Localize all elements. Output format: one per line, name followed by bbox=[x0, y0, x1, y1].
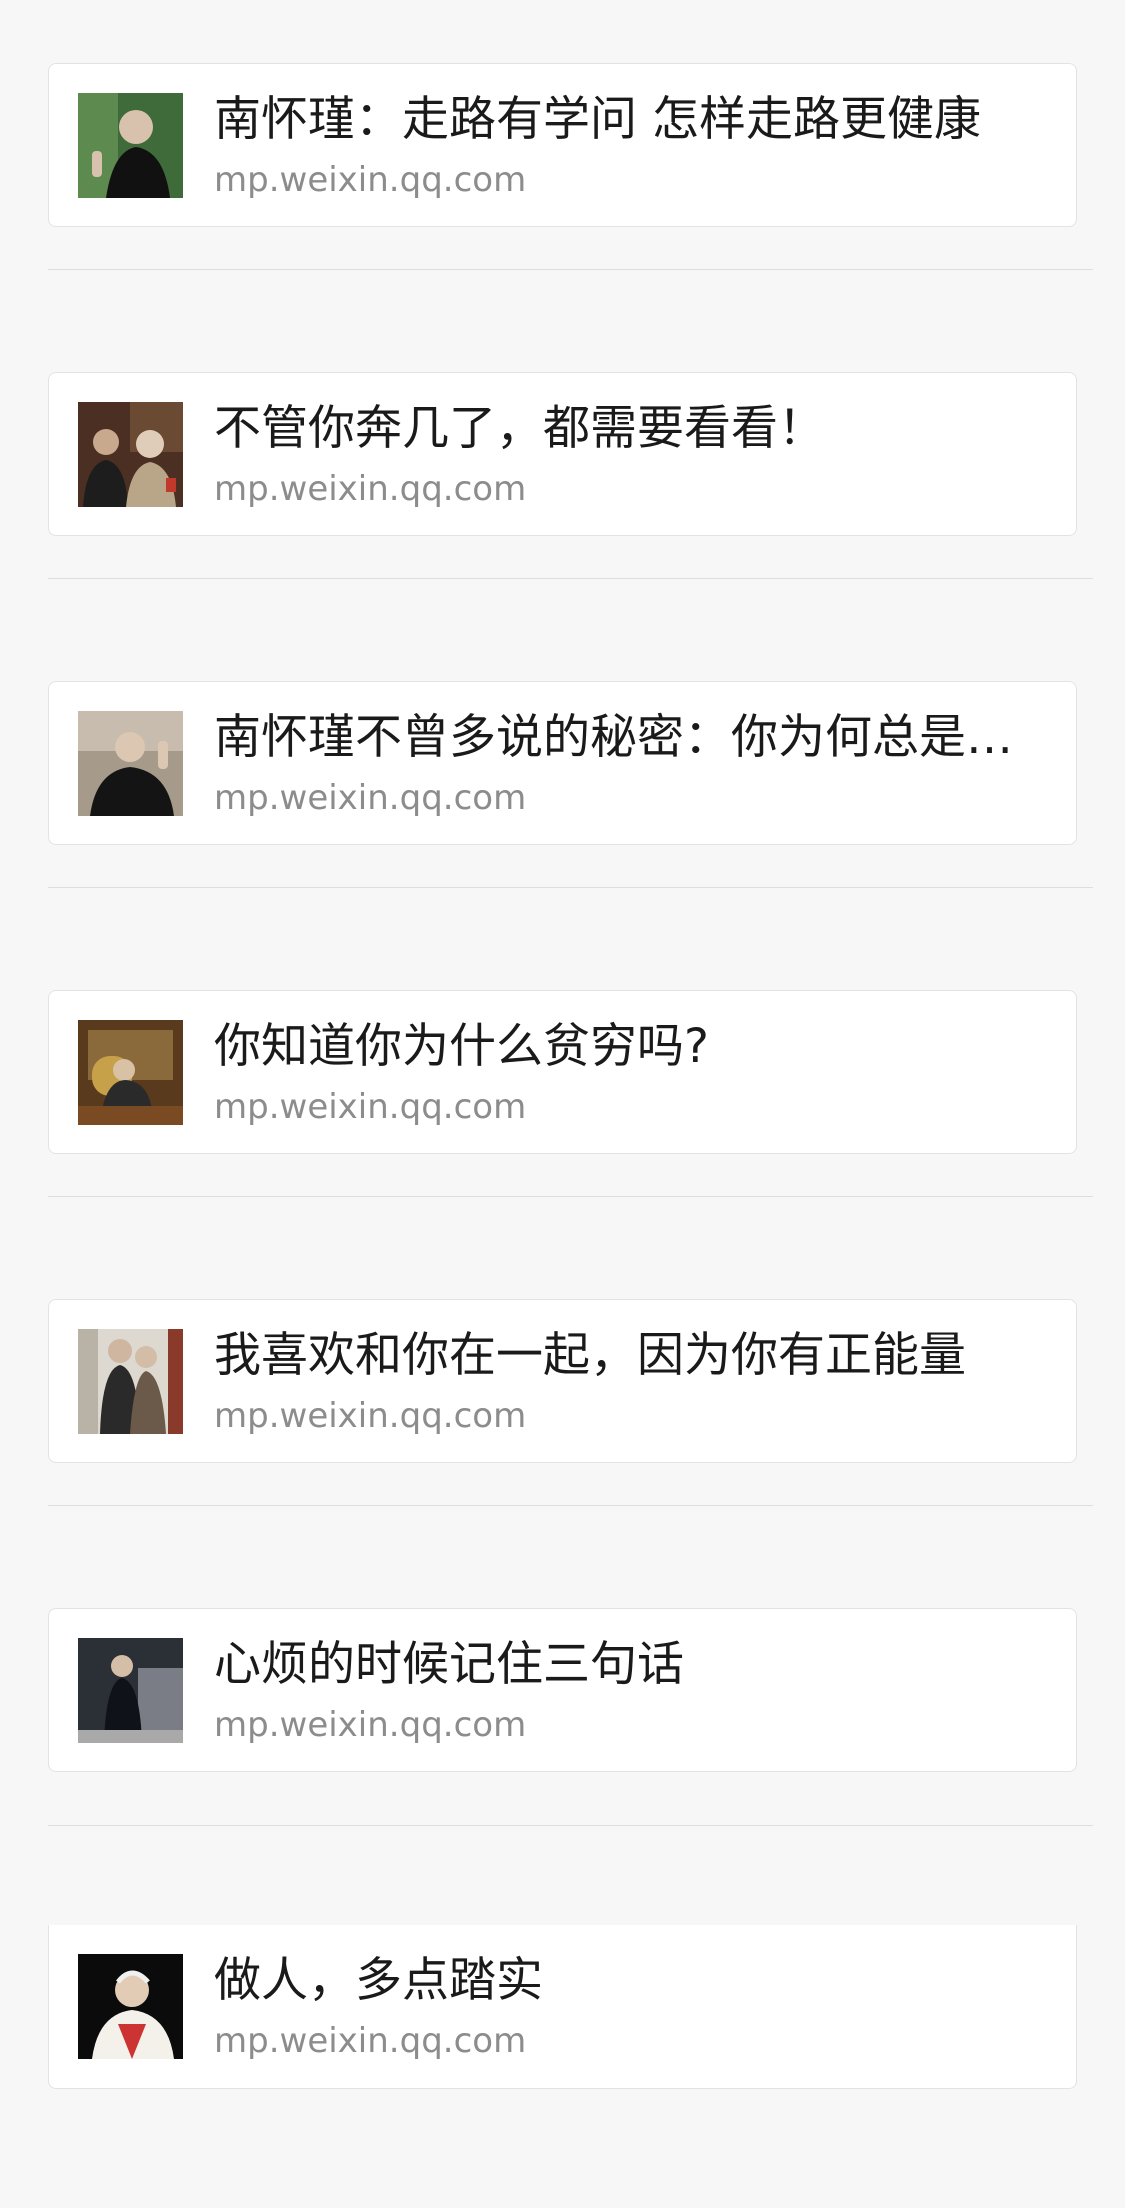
article-title: 不管你奔几了，都需要看看！ bbox=[214, 401, 825, 456]
article-card[interactable]: 南怀瑾不曾多说的秘密：你为何总是…… mp.weixin.qq.com bbox=[48, 681, 1077, 845]
article-source: mp.weixin.qq.com bbox=[214, 1396, 527, 1436]
article-card[interactable]: 不管你奔几了，都需要看看！ mp.weixin.qq.com bbox=[48, 372, 1077, 536]
article-title: 南怀瑾不曾多说的秘密：你为何总是…… bbox=[214, 710, 1046, 765]
article-card[interactable]: 做人，多点踏实 mp.weixin.qq.com bbox=[48, 1925, 1077, 2089]
man-standing-photo-icon bbox=[78, 1638, 183, 1743]
divider bbox=[48, 1505, 1093, 1506]
article-source: mp.weixin.qq.com bbox=[214, 469, 527, 509]
article-card[interactable]: 心烦的时候记住三句话 mp.weixin.qq.com bbox=[48, 1608, 1077, 1772]
divider bbox=[48, 269, 1093, 270]
article-card[interactable]: 你知道你为什么贫穷吗? mp.weixin.qq.com bbox=[48, 990, 1077, 1154]
two-men-photo-icon bbox=[78, 402, 183, 507]
article-title: 我喜欢和你在一起，因为你有正能量 bbox=[214, 1328, 966, 1383]
article-source: mp.weixin.qq.com bbox=[214, 160, 527, 200]
article-source: mp.weixin.qq.com bbox=[214, 1705, 527, 1745]
article-source: mp.weixin.qq.com bbox=[214, 778, 527, 818]
article-source: mp.weixin.qq.com bbox=[214, 1087, 527, 1127]
article-card[interactable]: 南怀瑾：走路有学问 怎样走路更健康 mp.weixin.qq.com bbox=[48, 63, 1077, 227]
article-source: mp.weixin.qq.com bbox=[214, 2021, 527, 2061]
article-title: 做人，多点踏实 bbox=[214, 1953, 543, 2008]
article-title: 你知道你为什么贫穷吗? bbox=[214, 1019, 709, 1074]
article-title: 心烦的时候记住三句话 bbox=[214, 1637, 684, 1692]
elderly-man-photo-icon bbox=[78, 1954, 183, 2059]
article-card[interactable]: 我喜欢和你在一起，因为你有正能量 mp.weixin.qq.com bbox=[48, 1299, 1077, 1463]
article-title: 南怀瑾：走路有学问 怎样走路更健康 bbox=[214, 92, 981, 147]
divider bbox=[48, 1196, 1093, 1197]
article-feed: 南怀瑾：走路有学问 怎样走路更健康 mp.weixin.qq.com 不管你奔几… bbox=[0, 0, 1125, 2208]
two-men-photo-icon bbox=[78, 1329, 183, 1434]
divider bbox=[48, 1825, 1093, 1826]
divider bbox=[48, 887, 1093, 888]
elderly-man-photo-icon bbox=[78, 711, 183, 816]
man-seated-photo-icon bbox=[78, 1020, 183, 1125]
elderly-man-photo-icon bbox=[78, 93, 183, 198]
divider bbox=[48, 578, 1093, 579]
